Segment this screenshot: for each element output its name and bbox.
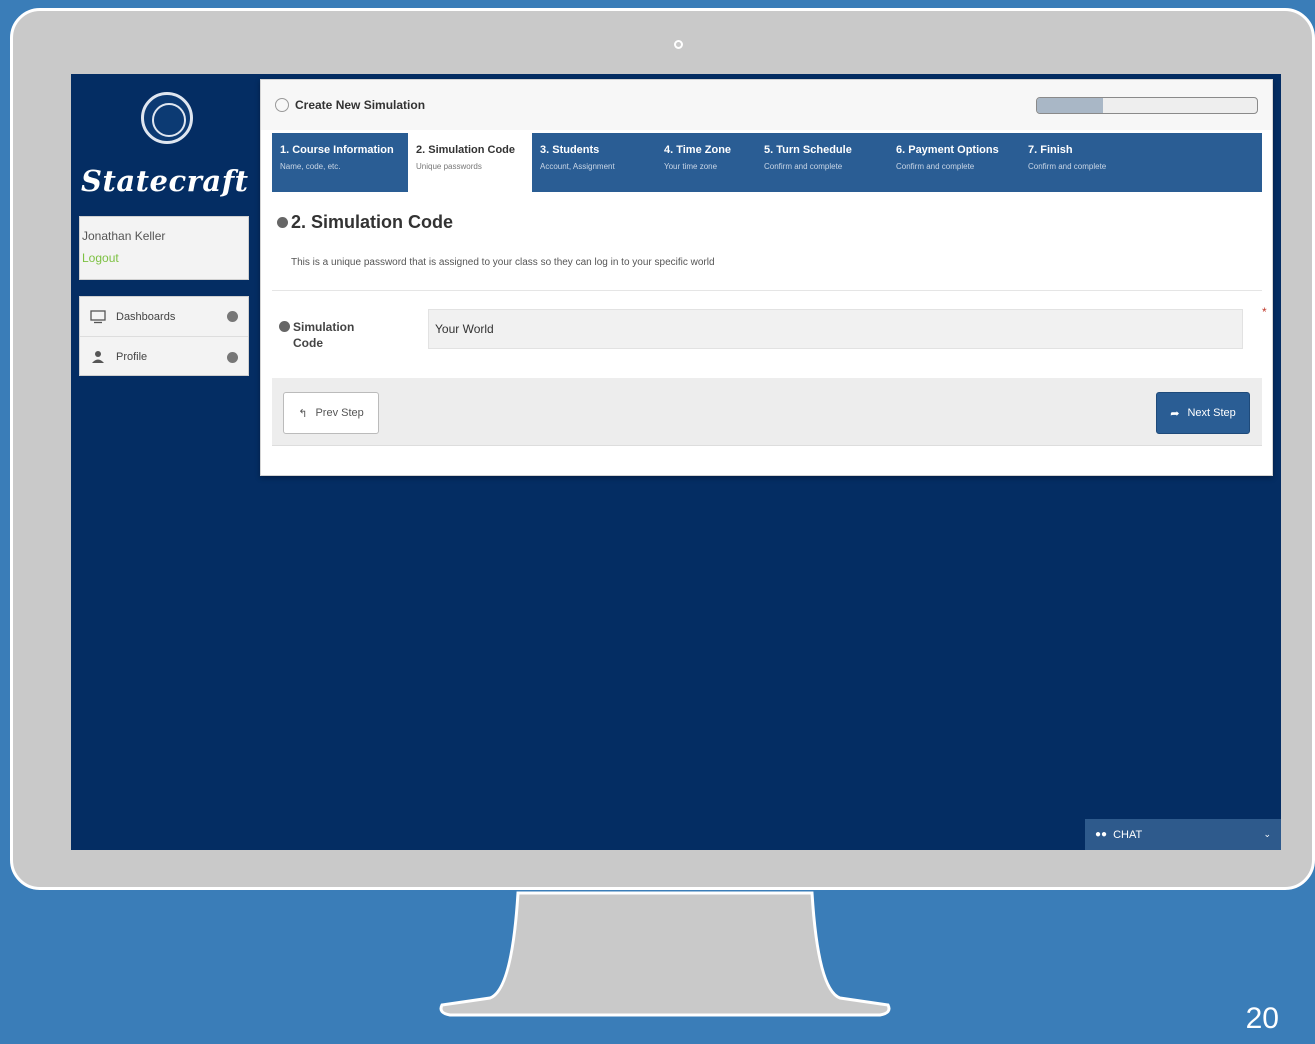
chat-widget[interactable]: ●● CHAT ⌄ <box>1085 819 1281 850</box>
step-subtitle: Confirm and complete <box>1028 162 1107 171</box>
wizard-progress-bar <box>1036 96 1258 114</box>
next-step-button[interactable]: ➦ Next Step <box>1156 392 1250 434</box>
wizard-footer: ↰ Prev Step ➦ Next Step <box>272 378 1262 446</box>
back-arrow-icon: ↰ <box>298 407 308 420</box>
prev-step-label: Prev Step <box>315 407 364 419</box>
simulation-code-label: Simulation Code <box>279 319 354 351</box>
tab-turn-schedule[interactable]: 5. Turn Schedule Confirm and complete <box>756 133 888 192</box>
section-description: This is a unique password that is assign… <box>291 257 715 268</box>
monitor-icon <box>90 309 106 324</box>
sidebar-item-label: Profile <box>116 351 148 363</box>
tab-time-zone[interactable]: 4. Time Zone Your time zone <box>656 133 756 192</box>
tab-students[interactable]: 3. Students Account, Assignment <box>532 133 656 192</box>
seal-icon <box>141 92 193 144</box>
info-icon <box>227 311 238 322</box>
step-title: 2. Simulation Code <box>416 144 516 156</box>
step-subtitle: Name, code, etc. <box>280 162 341 171</box>
step-title: 5. Turn Schedule <box>764 144 852 156</box>
tab-finish[interactable]: 7. Finish Confirm and complete <box>1020 133 1262 192</box>
step-subtitle: Confirm and complete <box>764 162 843 171</box>
required-indicator: * <box>1262 305 1267 319</box>
prev-step-button[interactable]: ↰ Prev Step <box>283 392 379 434</box>
chevron-down-icon[interactable]: ⌄ <box>1263 829 1271 840</box>
clock-icon <box>275 98 289 112</box>
simulation-code-row: Simulation Code * <box>272 290 1267 380</box>
simulation-code-input[interactable] <box>428 309 1243 349</box>
tab-course-information[interactable]: 1. Course Information Name, code, etc. <box>272 133 408 192</box>
step-title: 3. Students <box>540 144 600 156</box>
tab-payment-options[interactable]: 6. Payment Options Confirm and complete <box>888 133 1020 192</box>
brand-name: Statecraft <box>81 164 249 198</box>
step-subtitle: Confirm and complete <box>896 162 975 171</box>
info-icon <box>227 351 238 363</box>
user-name: Jonathan Keller <box>82 229 166 243</box>
step-title: 6. Payment Options <box>896 144 999 156</box>
step-subtitle: Account, Assignment <box>540 162 615 171</box>
panel-title: Create New Simulation <box>295 98 426 112</box>
tab-simulation-code[interactable]: 2. Simulation Code Unique passwords <box>408 133 532 192</box>
user-icon <box>90 350 106 364</box>
step-subtitle: Unique passwords <box>416 162 482 171</box>
section-title-text: 2. Simulation Code <box>291 212 454 232</box>
monitor-bezel: Statecraft Jonathan Keller Logout Dashbo… <box>10 8 1315 890</box>
chat-label: CHAT <box>1113 828 1143 841</box>
help-icon <box>279 321 290 332</box>
sidebar-item-profile[interactable]: Profile <box>80 337 248 377</box>
panel-header: Create New Simulation <box>261 80 1272 130</box>
sidebar-nav: Dashboards Profile <box>79 296 249 376</box>
next-step-label: Next Step <box>1187 407 1236 419</box>
step-title: 4. Time Zone <box>664 144 732 156</box>
field-label-line: Code <box>293 336 323 350</box>
help-icon <box>277 217 288 228</box>
step-title: 1. Course Information <box>280 144 394 156</box>
user-box: Jonathan Keller Logout <box>79 216 249 280</box>
forward-arrow-icon: ➦ <box>1170 407 1180 420</box>
wizard-steps: 1. Course Information Name, code, etc. 2… <box>272 133 1262 192</box>
app-screen: Statecraft Jonathan Keller Logout Dashbo… <box>71 74 1281 850</box>
field-label-line: Simulation <box>293 320 355 334</box>
logout-link[interactable]: Logout <box>82 251 248 265</box>
create-simulation-panel: Create New Simulation 1. Course Informat… <box>260 79 1273 476</box>
section-title: 2. Simulation Code <box>277 212 453 233</box>
sidebar-item-dashboards[interactable]: Dashboards <box>80 297 248 337</box>
sidebar-item-label: Dashboards <box>116 310 176 323</box>
camera-dot <box>674 40 683 49</box>
step-subtitle: Your time zone <box>664 162 718 171</box>
step-title: 7. Finish <box>1028 144 1073 156</box>
slide-number: 20 <box>1245 1002 1279 1035</box>
chat-icon: ●● <box>1095 829 1108 840</box>
statecraft-logo[interactable]: Statecraft <box>71 84 259 214</box>
progress-fill <box>1037 97 1103 113</box>
